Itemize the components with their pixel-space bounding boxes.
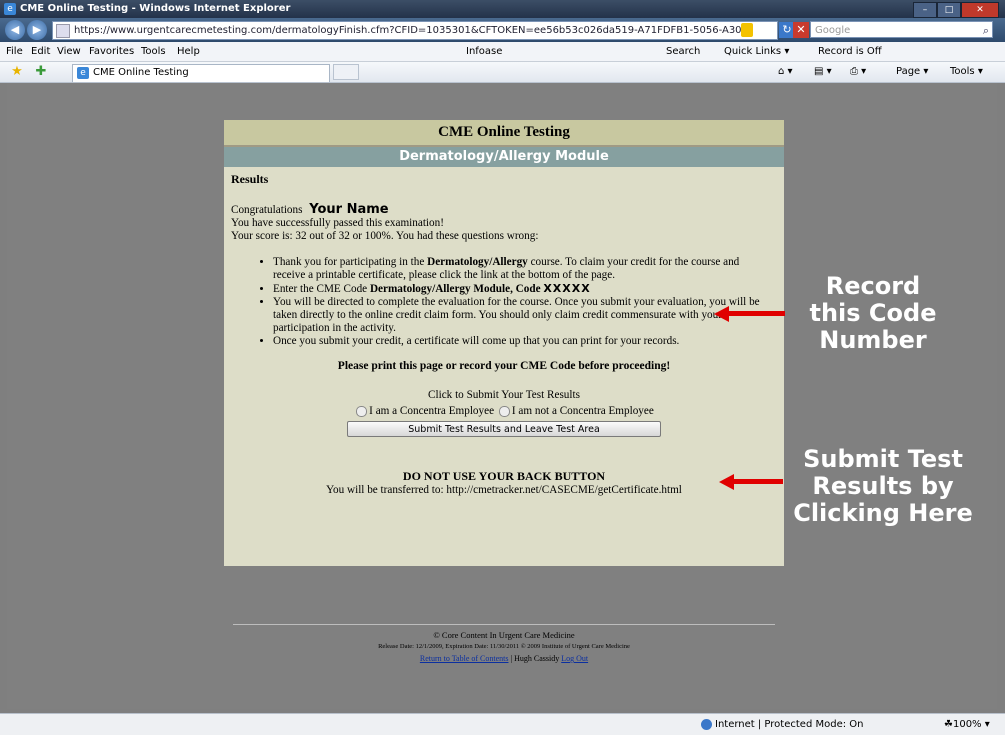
add-favorite-icon[interactable]: ✚ bbox=[34, 65, 48, 79]
maximize-button[interactable]: □ bbox=[937, 2, 961, 18]
score-text: Your score is: 32 out of 32 or 100%. You… bbox=[231, 230, 539, 242]
window-title-bar: e CME Online Testing - Windows Internet … bbox=[0, 0, 1005, 18]
menu-view[interactable]: View bbox=[57, 42, 81, 61]
search-icon[interactable]: ⌕ bbox=[983, 22, 989, 39]
click-submit-label: Click to Submit Your Test Results bbox=[428, 389, 580, 401]
page-footer: © Core Content In Urgent Care Medicine R… bbox=[233, 629, 775, 665]
ie-logo-icon: e bbox=[4, 3, 16, 15]
page-menu[interactable]: Page ▾ bbox=[896, 62, 928, 82]
minimize-button[interactable]: – bbox=[913, 2, 937, 18]
address-bar: ◀ ▶ https://www.urgentcarecmetesting.com… bbox=[0, 18, 1005, 42]
congrats-line: Congratulations Your Name bbox=[231, 203, 777, 217]
logout-link[interactable]: Log Out bbox=[561, 654, 588, 663]
passed-text: You have successfully passed this examin… bbox=[231, 217, 444, 229]
menu-bar: File Edit View Favorites Tools Help Info… bbox=[0, 42, 1005, 62]
footer-links: Return to Table of Contents | Hugh Cassi… bbox=[233, 653, 775, 665]
footer-divider bbox=[233, 624, 775, 625]
record-code-annotation: Record this Code Number bbox=[809, 272, 937, 354]
list-item: Once you submit your credit, a certifica… bbox=[273, 335, 777, 348]
list-item: You will be directed to complete the eva… bbox=[273, 296, 777, 335]
page-viewport: CME Online Testing Dermatology/Allergy M… bbox=[7, 83, 997, 709]
url-input[interactable]: https://www.urgentcarecmetesting.com/der… bbox=[52, 21, 778, 40]
card-title: CME Online Testing bbox=[224, 120, 784, 147]
favorites-star-icon[interactable]: ★ bbox=[10, 65, 24, 79]
results-card: CME Online Testing Dermatology/Allergy M… bbox=[224, 120, 784, 566]
back-button[interactable]: ◀ bbox=[5, 20, 25, 40]
user-label: | Hugh Cassidy bbox=[508, 654, 562, 663]
radio-concentra-employee[interactable] bbox=[356, 405, 368, 417]
card-body: Results Congratulations Your Name You ha… bbox=[224, 167, 784, 497]
radio-not-concentra-label[interactable]: I am not a Concentra Employee bbox=[512, 405, 654, 417]
search-placeholder: Google bbox=[815, 25, 851, 36]
list-item: Thank you for participating in the Derma… bbox=[273, 256, 777, 282]
security-zone[interactable]: Internet | Protected Mode: On bbox=[715, 714, 863, 735]
menu-favorites[interactable]: Favorites bbox=[89, 42, 134, 61]
page-icon bbox=[56, 24, 70, 38]
radio-concentra-label[interactable]: I am a Concentra Employee bbox=[369, 405, 494, 417]
tab-cme-online-testing[interactable]: e CME Online Testing bbox=[72, 64, 330, 82]
window-title: CME Online Testing - Windows Internet Ex… bbox=[20, 3, 291, 14]
favorites-bar: ★ ✚ e CME Online Testing ⌂ ▾ ▤ ▾ ⎙ ▾ Pag… bbox=[0, 62, 1005, 83]
toolbar-search[interactable]: Search bbox=[666, 42, 700, 61]
user-name: Your Name bbox=[309, 202, 389, 217]
print-icon[interactable]: ⎙ ▾ bbox=[850, 62, 866, 82]
congrats-text: Congratulations bbox=[231, 204, 303, 216]
radio-not-concentra-employee[interactable] bbox=[498, 405, 510, 417]
transfer-note: You will be transferred to: http://cmetr… bbox=[326, 484, 682, 496]
copyright-text: © Core Content In Urgent Care Medicine bbox=[433, 630, 575, 640]
infoase-toolbar[interactable]: Infoase bbox=[466, 42, 502, 61]
menu-file[interactable]: File bbox=[6, 42, 23, 61]
cme-code: XXXXX bbox=[543, 282, 591, 295]
stop-icon[interactable]: ✕ bbox=[793, 22, 809, 38]
record-status[interactable]: Record is Off bbox=[818, 42, 882, 61]
internet-zone-icon bbox=[701, 719, 712, 730]
results-heading: Results bbox=[231, 172, 269, 186]
zoom-level[interactable]: ☘100% ▾ bbox=[944, 714, 990, 735]
tools-menu[interactable]: Tools ▾ bbox=[950, 62, 983, 82]
menu-help[interactable]: Help bbox=[177, 42, 200, 61]
table-of-contents-link[interactable]: Return to Table of Contents bbox=[420, 654, 509, 663]
new-tab-button[interactable] bbox=[333, 64, 359, 80]
feeds-icon[interactable]: ▤ ▾ bbox=[814, 62, 832, 82]
lock-icon[interactable] bbox=[741, 23, 753, 37]
tab-label: CME Online Testing bbox=[93, 67, 189, 78]
quick-links[interactable]: Quick Links ▾ bbox=[724, 42, 789, 61]
instructions-list: Thank you for participating in the Derma… bbox=[231, 256, 777, 348]
window-controls: – □ ✕ bbox=[913, 2, 999, 18]
employee-radio-group: I am a Concentra Employee I am not a Con… bbox=[231, 405, 777, 418]
tab-ie-icon: e bbox=[77, 67, 89, 79]
release-dates: Release Date: 12/1/2009, Expiration Date… bbox=[378, 643, 630, 650]
list-item-cme-code: Enter the CME Code Dermatology/Allergy M… bbox=[273, 282, 777, 296]
print-note: Please print this page or record your CM… bbox=[337, 360, 671, 372]
submit-arrow-icon bbox=[719, 474, 783, 490]
back-button-warning: DO NOT USE YOUR BACK BUTTON bbox=[402, 469, 606, 483]
home-icon[interactable]: ⌂ ▾ bbox=[778, 62, 793, 82]
forward-button[interactable]: ▶ bbox=[27, 20, 47, 40]
submit-results-button[interactable]: Submit Test Results and Leave Test Area bbox=[347, 421, 661, 437]
status-bar: Internet | Protected Mode: On ☘100% ▾ bbox=[0, 713, 1005, 735]
url-text: https://www.urgentcarecmetesting.com/der… bbox=[74, 25, 746, 36]
close-button[interactable]: ✕ bbox=[961, 2, 999, 18]
record-arrow-icon bbox=[714, 306, 785, 322]
menu-tools[interactable]: Tools bbox=[141, 42, 166, 61]
menu-edit[interactable]: Edit bbox=[31, 42, 50, 61]
search-input[interactable]: Google ⌕ bbox=[810, 21, 993, 38]
module-title: Dermatology/Allergy Module bbox=[224, 147, 784, 167]
submit-results-annotation: Submit Test Results by Clicking Here bbox=[793, 445, 973, 527]
